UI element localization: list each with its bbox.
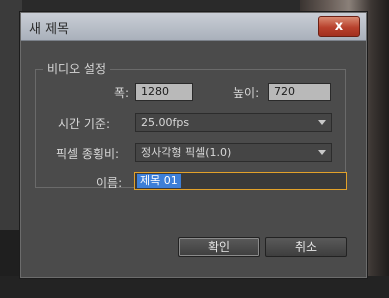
name-input-selected-text: 제목 01: [137, 174, 181, 188]
name-input[interactable]: 제목 01: [134, 172, 347, 190]
background-app-bottom: [0, 276, 389, 298]
ok-button[interactable]: 확인: [178, 237, 260, 257]
width-label: 폭:: [114, 86, 130, 100]
chevron-down-icon: [318, 120, 326, 125]
timebase-select[interactable]: 25.00fps: [135, 113, 332, 132]
close-icon: x: [334, 19, 344, 34]
chevron-down-icon: [318, 150, 326, 155]
name-label: 이름:: [96, 176, 123, 190]
new-title-dialog: 새 제목 x 비디오 설정 폭: 1280 높이: 720 시간 기준: 25.…: [20, 12, 367, 278]
close-button[interactable]: x: [318, 16, 360, 37]
timebase-value: 25.00fps: [141, 116, 190, 129]
cancel-button[interactable]: 취소: [265, 237, 347, 257]
pixel-aspect-select[interactable]: 정사각형 픽셀(1.0): [135, 143, 332, 162]
pixel-aspect-label: 픽셀 종횡비:: [56, 147, 120, 161]
width-field[interactable]: 1280: [135, 83, 193, 101]
pixel-aspect-value: 정사각형 픽셀(1.0): [141, 146, 232, 159]
dialog-title: 새 제목: [29, 22, 70, 37]
video-settings-label: 비디오 설정: [43, 60, 111, 77]
dialog-titlebar[interactable]: 새 제목 x: [21, 13, 366, 41]
height-field[interactable]: 720: [268, 83, 331, 101]
height-label: 높이:: [233, 86, 260, 100]
timebase-label: 시간 기준:: [58, 117, 111, 131]
